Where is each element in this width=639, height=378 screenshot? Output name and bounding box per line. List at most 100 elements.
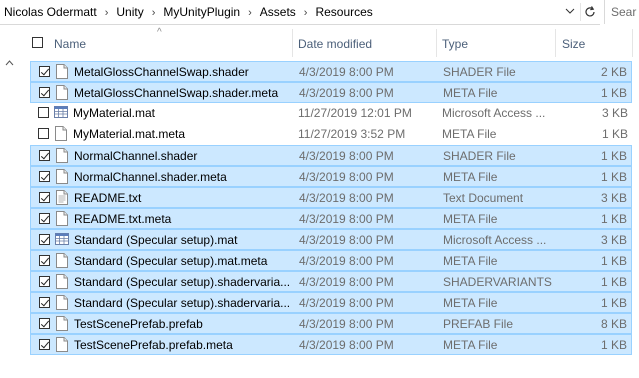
file-size: 1 KB (600, 212, 627, 226)
column-name[interactable]: Name (54, 37, 86, 51)
file-row[interactable]: MetalGlossChannelSwap.shader 4/3/2019 8:0… (30, 61, 632, 82)
file-row[interactable]: README.txt 4/3/2019 8:00 PM Text Document 3… (30, 187, 632, 208)
file-date-modified: 4/3/2019 8:00 PM (299, 212, 394, 226)
file-icon (56, 253, 68, 268)
file-row[interactable]: README.txt.meta 4/3/2019 8:00 PM META File… (30, 208, 632, 229)
file-list: MetalGlossChannelSwap.shader 4/3/2019 8:0… (30, 61, 632, 355)
breadcrumb-item[interactable]: Unity (116, 5, 143, 19)
row-checkbox[interactable] (39, 213, 50, 224)
file-type: Text Document (443, 191, 524, 205)
file-type: META File (443, 296, 498, 310)
file-name[interactable]: MetalGlossChannelSwap.shader.meta (74, 86, 296, 100)
file-row[interactable]: Standard (Specular setup).mat 4/3/2019 8:… (30, 229, 632, 250)
select-all-checkbox[interactable] (32, 37, 43, 48)
file-name[interactable]: MetalGlossChannelSwap.shader (74, 65, 296, 79)
breadcrumb-item[interactable]: Nicolas Odermatt (4, 5, 97, 19)
file-row[interactable]: MyMaterial.mat 11/27/2019 12:01 PM Microso… (30, 103, 632, 124)
file-size: 3 KB (600, 233, 627, 247)
file-row[interactable]: TestScenePrefab.prefab 4/3/2019 8:00 PM PR… (30, 313, 632, 334)
refresh-icon[interactable] (580, 3, 599, 21)
column-date-modified[interactable]: Date modified (298, 37, 372, 51)
file-icon (56, 295, 68, 310)
file-name[interactable]: README.txt (74, 191, 296, 205)
row-checkbox[interactable] (38, 107, 49, 118)
file-row[interactable]: TestScenePrefab.prefab.meta 4/3/2019 8:00… (30, 334, 632, 355)
file-name[interactable]: Standard (Specular setup).mat (74, 233, 296, 247)
file-size: 3 KB (601, 106, 628, 120)
row-checkbox[interactable] (39, 339, 50, 350)
row-checkbox[interactable] (39, 234, 50, 245)
file-name[interactable]: NormalChannel.shader (74, 149, 296, 163)
file-icon (56, 85, 68, 100)
file-type: SHADER File (443, 149, 516, 163)
row-checkbox[interactable] (39, 150, 50, 161)
file-name[interactable]: TestScenePrefab.prefab.meta (74, 338, 296, 352)
chevron-right-icon[interactable]: › (304, 7, 308, 19)
file-row[interactable]: Standard (Specular setup).shadervaria...… (30, 292, 632, 313)
file-name[interactable]: MyMaterial.mat (73, 106, 295, 120)
breadcrumb-item[interactable]: Assets (260, 5, 296, 19)
address-bar[interactable]: Nicolas Odermatt › Unity › MyUnityPlugin › Ass… (0, 0, 600, 25)
search-input[interactable]: Sear (604, 0, 639, 24)
file-size: 1 KB (600, 170, 627, 184)
file-icon (56, 64, 68, 79)
row-checkbox[interactable] (39, 255, 50, 266)
column-size[interactable]: Size (562, 37, 585, 51)
column-divider[interactable] (632, 29, 633, 57)
file-row[interactable]: MetalGlossChannelSwap.shader.meta 4/3/201… (30, 82, 632, 103)
breadcrumb-item[interactable]: Resources (315, 5, 372, 19)
file-name[interactable]: Standard (Specular setup).mat.meta (74, 254, 296, 268)
file-size: 3 KB (600, 191, 627, 205)
file-icon (56, 337, 68, 352)
row-checkbox[interactable] (39, 192, 50, 203)
column-type[interactable]: Type (442, 37, 468, 51)
file-date-modified: 4/3/2019 8:00 PM (299, 149, 394, 163)
file-size: 1 KB (600, 296, 627, 310)
chevron-down-icon[interactable] (564, 6, 576, 18)
chevron-right-icon[interactable]: › (248, 7, 252, 19)
row-checkbox[interactable] (39, 171, 50, 182)
file-icon (56, 211, 68, 226)
file-date-modified: 4/3/2019 8:00 PM (299, 65, 394, 79)
row-checkbox[interactable] (39, 66, 50, 77)
file-date-modified: 4/3/2019 8:00 PM (299, 275, 394, 289)
column-divider[interactable] (292, 29, 293, 57)
row-checkbox[interactable] (39, 87, 50, 98)
row-checkbox[interactable] (38, 128, 49, 139)
column-divider[interactable] (555, 29, 556, 57)
file-row[interactable]: NormalChannel.shader.meta 4/3/2019 8:00 P… (30, 166, 632, 187)
file-type: Microsoft Access ... (443, 233, 547, 247)
file-icon (56, 274, 68, 289)
file-row[interactable]: MyMaterial.mat.meta 11/27/2019 3:52 PM MET… (30, 124, 632, 145)
navigation-pane (0, 25, 18, 378)
chevron-up-icon[interactable] (5, 58, 14, 68)
search-placeholder: Sear (611, 5, 637, 19)
file-name[interactable]: NormalChannel.shader.meta (74, 170, 296, 184)
file-row[interactable]: Standard (Specular setup).mat.meta 4/3/20… (30, 250, 632, 271)
file-name[interactable]: Standard (Specular setup).shadervaria... (74, 275, 296, 289)
file-row[interactable]: Standard (Specular setup).shadervaria...… (30, 271, 632, 292)
column-header: ^ Name Date modified Type Size (20, 25, 639, 61)
file-size: 1 KB (600, 149, 627, 163)
row-checkbox[interactable] (39, 297, 50, 308)
file-type: SHADER File (443, 65, 516, 79)
row-checkbox[interactable] (39, 318, 50, 329)
chevron-right-icon[interactable]: › (105, 7, 109, 19)
file-type: PREFAB File (443, 317, 514, 331)
file-name[interactable]: README.txt.meta (74, 212, 296, 226)
column-divider[interactable] (436, 29, 437, 57)
file-name[interactable]: MyMaterial.mat.meta (73, 127, 295, 141)
sort-ascending-icon: ^ (157, 27, 162, 38)
chevron-right-icon[interactable]: › (152, 7, 156, 19)
file-icon (55, 126, 67, 141)
breadcrumb[interactable]: Nicolas Odermatt › Unity › MyUnityPlugin › Ass… (4, 5, 373, 19)
file-size: 2 KB (600, 65, 627, 79)
breadcrumb-item[interactable]: MyUnityPlugin (163, 5, 240, 19)
file-name[interactable]: TestScenePrefab.prefab (74, 317, 296, 331)
file-size: 1 KB (600, 86, 627, 100)
file-date-modified: 4/3/2019 8:00 PM (299, 296, 394, 310)
file-row[interactable]: NormalChannel.shader 4/3/2019 8:00 PM SHAD… (30, 145, 632, 166)
file-date-modified: 4/3/2019 8:00 PM (299, 170, 394, 184)
file-name[interactable]: Standard (Specular setup).shadervaria... (74, 296, 296, 310)
row-checkbox[interactable] (39, 276, 50, 287)
